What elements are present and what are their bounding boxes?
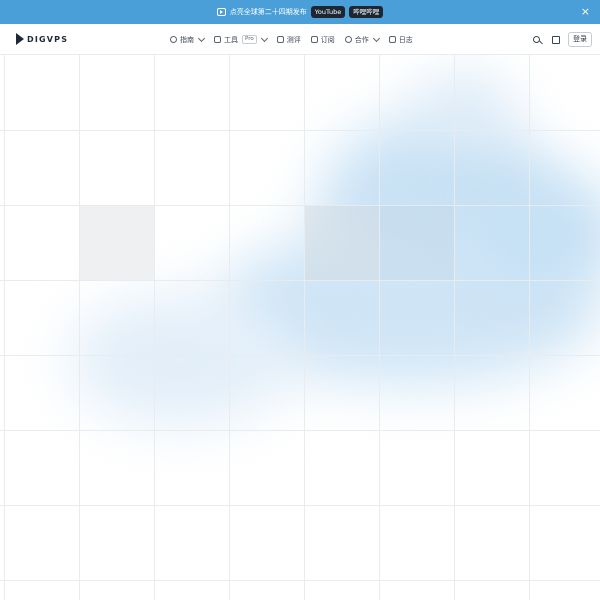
nav-item-label: 合作 bbox=[354, 35, 369, 44]
nav-item-label: 工具 bbox=[224, 35, 238, 44]
chevron-down-icon bbox=[197, 34, 206, 43]
youtube-button[interactable]: YouTube bbox=[310, 6, 346, 18]
site-logo[interactable]: DIGVPS bbox=[16, 33, 68, 45]
calendar-icon bbox=[388, 36, 396, 43]
grid-lines bbox=[0, 55, 600, 600]
nav-item-subscribe[interactable]: 订阅 bbox=[310, 35, 335, 45]
login-button[interactable]: 登录 bbox=[568, 32, 592, 47]
header-actions: 登录 bbox=[533, 24, 592, 55]
bilibili-button[interactable]: 哔哩哔哩 bbox=[349, 6, 384, 18]
nav-item-reviews[interactable]: 测评 bbox=[276, 35, 301, 45]
announcement-text[interactable]: 点亮全球第二十四期发布 bbox=[230, 7, 307, 17]
rss-icon bbox=[310, 36, 318, 43]
document-icon bbox=[276, 36, 284, 43]
cube-icon bbox=[214, 36, 221, 43]
handshake-icon bbox=[344, 36, 352, 43]
play-icon bbox=[216, 8, 226, 16]
nav-item-guide[interactable]: 指南 bbox=[170, 34, 206, 45]
translate-icon[interactable] bbox=[552, 35, 560, 44]
search-icon[interactable] bbox=[533, 36, 540, 43]
chevron-down-icon bbox=[372, 34, 380, 43]
main-nav: 指南 工具 Pro 测评 订阅 合作 日志 bbox=[170, 24, 423, 55]
compass-icon bbox=[170, 36, 177, 43]
nav-item-label: 订阅 bbox=[320, 35, 335, 44]
nav-item-partner[interactable]: 合作 bbox=[344, 34, 380, 45]
close-icon[interactable]: × bbox=[581, 5, 590, 19]
site-header: DIGVPS 指南 工具 Pro 测评 订阅 合作 日志 登录 bbox=[0, 24, 600, 55]
pro-badge: Pro bbox=[242, 35, 257, 44]
chevron-down-icon bbox=[260, 34, 268, 43]
logo-text: DIGVPS bbox=[27, 34, 69, 44]
hero-background bbox=[0, 55, 600, 600]
nav-item-label: 日志 bbox=[398, 35, 413, 44]
nav-item-tools[interactable]: 工具 Pro bbox=[214, 34, 268, 45]
nav-item-label: 测评 bbox=[286, 35, 301, 44]
nav-item-label: 指南 bbox=[180, 35, 194, 44]
nav-item-log[interactable]: 日志 bbox=[388, 35, 413, 45]
announcement-bar: 点亮全球第二十四期发布 YouTube 哔哩哔哩 × bbox=[0, 0, 600, 24]
logo-mark-icon bbox=[16, 33, 24, 45]
